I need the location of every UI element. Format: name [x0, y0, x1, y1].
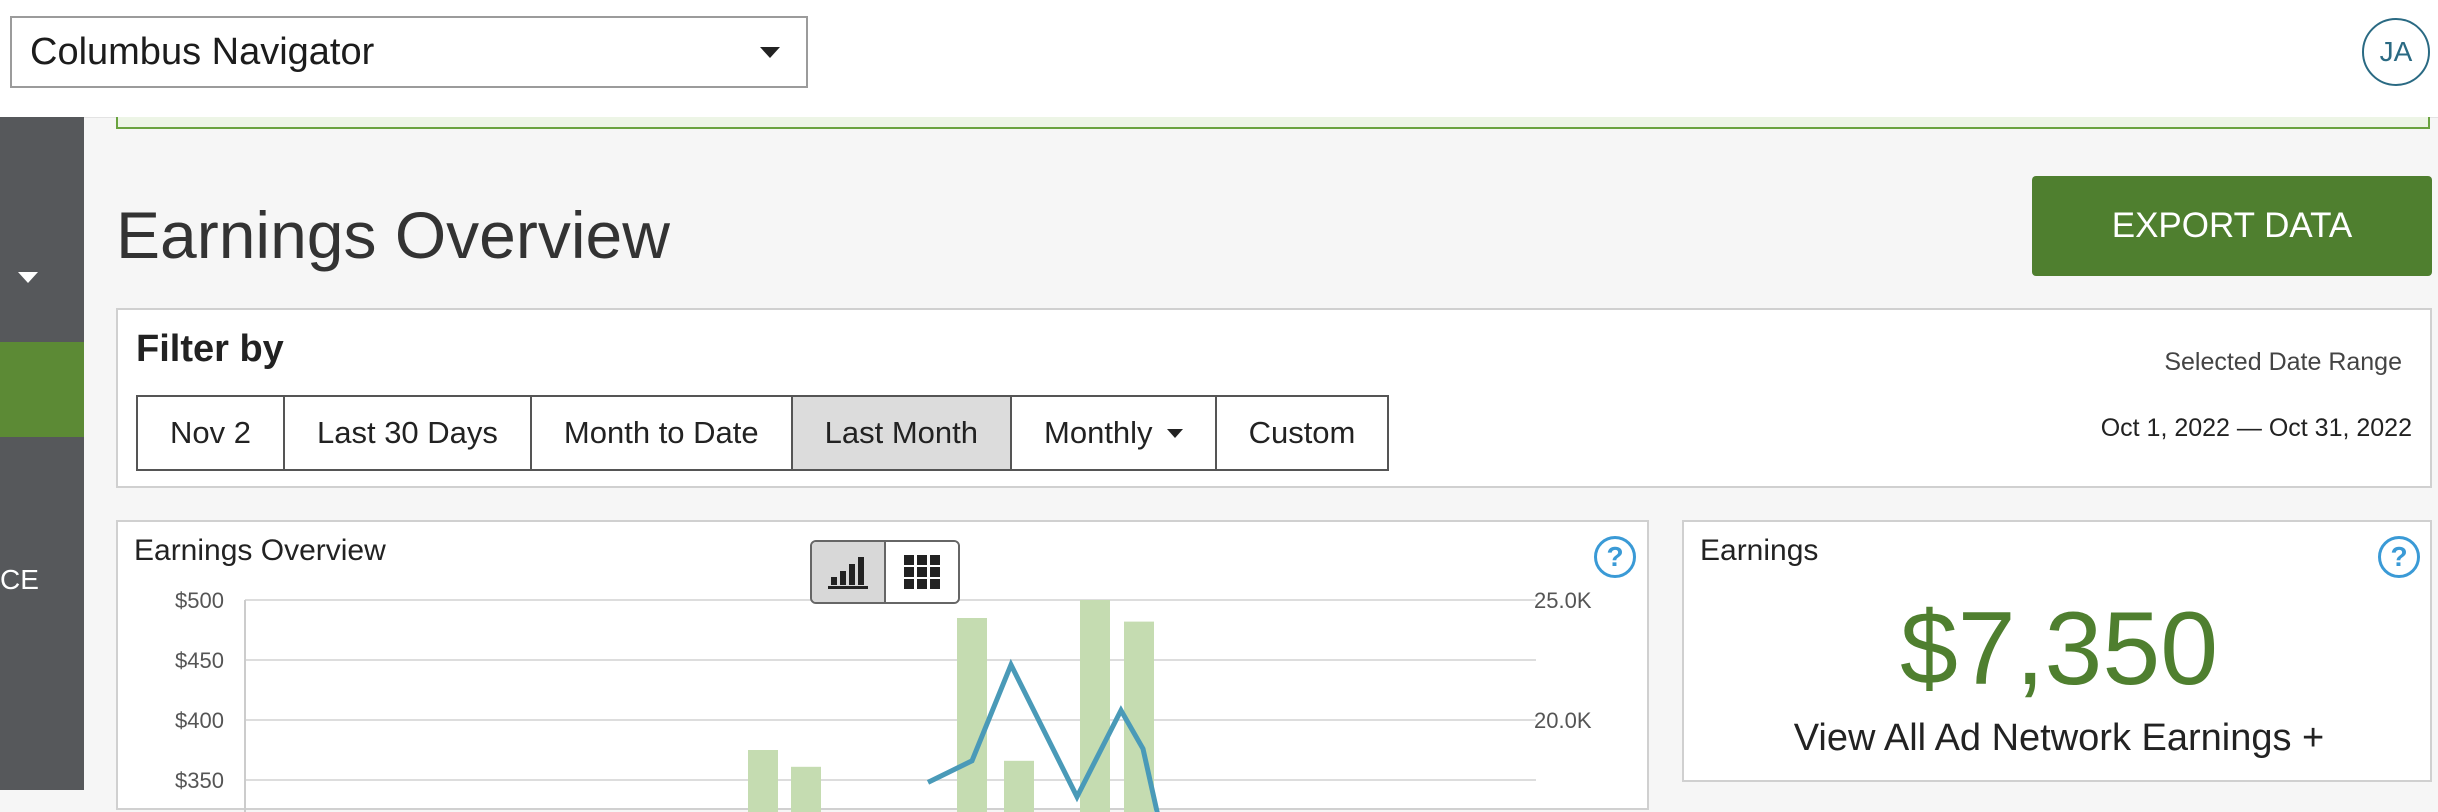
grid-icon: [904, 555, 940, 589]
chart-title: Earnings Overview: [134, 534, 386, 567]
notice-banner: [116, 117, 2430, 129]
avatar[interactable]: JA: [2362, 18, 2430, 86]
view-all-ad-network-earnings-link[interactable]: View All Ad Network Earnings +: [1684, 717, 2434, 760]
filter-nov-2[interactable]: Nov 2: [138, 397, 285, 469]
filter-label: Custom: [1248, 415, 1356, 450]
chart-bar: [791, 766, 821, 812]
filter-monthly-dropdown[interactable]: Monthly: [1012, 397, 1217, 469]
filter-panel: Filter by Nov 2 Last 30 Days Month to Da…: [116, 308, 2432, 488]
top-bar: Columbus Navigator JA: [0, 0, 2438, 118]
sidebar-item-active[interactable]: [0, 342, 84, 437]
chart-bar: [748, 750, 778, 812]
chart-bar: [1004, 760, 1034, 812]
bar-chart-icon: [828, 557, 868, 589]
export-data-button[interactable]: EXPORT DATA: [2032, 176, 2432, 276]
sidebar-caret-icon[interactable]: [18, 272, 38, 283]
filter-label: Last Month: [824, 415, 979, 450]
site-selector-value: Columbus Navigator: [30, 30, 375, 73]
y-axis-left-tick: $500: [175, 588, 224, 613]
y-axis-right-tick: 20.0K: [1534, 708, 1592, 733]
y-axis-left-tick: $400: [175, 708, 224, 733]
bar-chart-view-button[interactable]: [812, 542, 886, 602]
site-selector[interactable]: Columbus Navigator: [10, 16, 808, 88]
filter-last-month[interactable]: Last Month: [792, 397, 1013, 469]
caret-down-icon: [1166, 428, 1183, 438]
filter-label: Last 30 Days: [316, 415, 498, 450]
chart-view-toggle: [810, 540, 960, 604]
filter-label: Month to Date: [563, 415, 759, 450]
filter-title: Filter by: [136, 328, 284, 370]
sidebar-item-label[interactable]: CE: [0, 564, 39, 596]
earnings-total: $7,350: [1899, 591, 2219, 707]
help-icon[interactable]: ?: [2378, 536, 2420, 578]
chevron-down-icon: [760, 46, 780, 58]
page-title: Earnings Overview: [116, 198, 670, 272]
chart-bar: [957, 618, 987, 812]
date-range-value: Oct 1, 2022 — Oct 31, 2022: [2100, 414, 2412, 442]
date-filter-group: Nov 2 Last 30 Days Month to Date Last Mo…: [136, 395, 1390, 471]
filter-custom[interactable]: Custom: [1216, 397, 1388, 469]
grid-view-button[interactable]: [886, 542, 958, 602]
filter-month-to-date[interactable]: Month to Date: [531, 397, 793, 469]
earnings-card-title: Earnings: [1700, 534, 1819, 567]
filter-last-30-days[interactable]: Last 30 Days: [284, 397, 532, 469]
y-axis-left-tick: $350: [175, 768, 224, 793]
y-axis-left-tick: $450: [175, 648, 224, 673]
filter-label: Monthly: [1044, 415, 1153, 450]
help-icon[interactable]: ?: [1594, 536, 1636, 578]
y-axis-right-tick: 25.0K: [1534, 588, 1592, 613]
earnings-card: Earnings ? $7,350 View All Ad Network Ea…: [1682, 520, 2432, 782]
date-range-label: Selected Date Range: [2164, 348, 2402, 376]
earnings-chart-panel: $500 $450 $400 $350 25.0K 20.0K Earnings Over…: [116, 520, 1649, 812]
sidebar: CE: [0, 117, 84, 790]
filter-label: Nov 2: [170, 415, 251, 450]
